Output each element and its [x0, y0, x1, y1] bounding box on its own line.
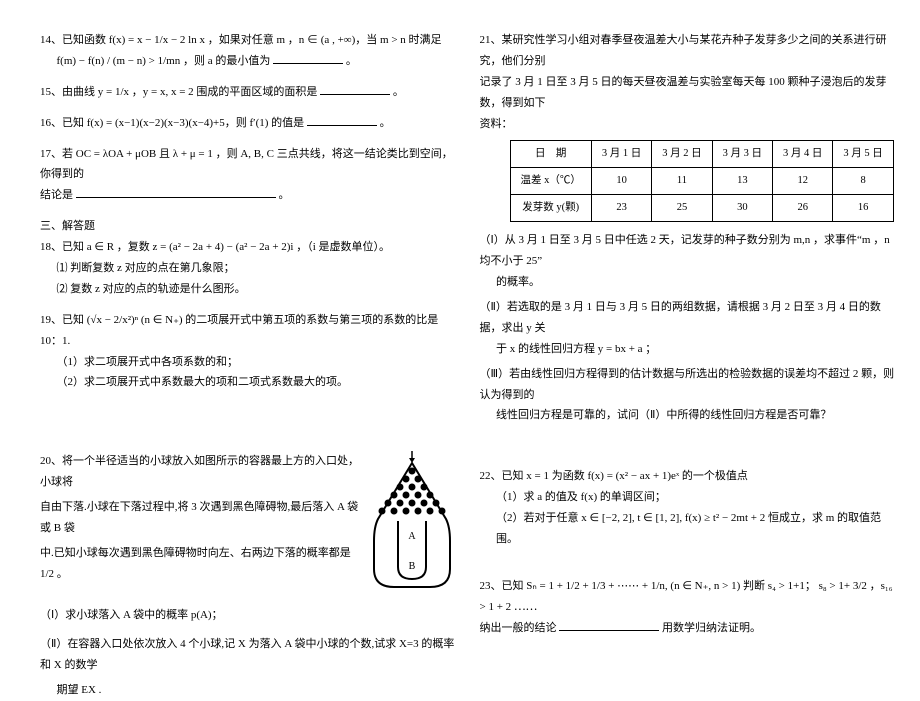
q22-s2: （2）若对于任意 x ∈ [−2, 2], t ∈ [1, 2], f(x) ≥…	[480, 508, 896, 550]
q19-line1: 19、已知 (√x − 2/x²)ⁿ (n ∈ N₊) 的二项展开式中第五项的系…	[40, 310, 456, 352]
q21-p2b: 于 x 的线性回归方程 y = bx + a ；	[480, 339, 896, 360]
th: 3 月 5 日	[833, 141, 893, 168]
q20-l2: 自由下落.小球在下落过程中,将 3 次遇到黑色障碍物,最后落入 A 袋或 B 袋	[40, 497, 362, 539]
q17-end: 。	[279, 189, 290, 201]
q17-line2: 结论是	[40, 189, 73, 201]
label-b: B	[408, 561, 415, 572]
q21-p2a: （Ⅱ）若选取的是 3 月 1 日与 3 月 5 日的两组数据，请根据 3 月 2…	[480, 297, 896, 339]
blank	[559, 620, 659, 631]
ball-dropper-figure: A B	[368, 451, 456, 599]
q19-s2: （2）求二项展开式中系数最大的项和二项式系数最大的项。	[40, 372, 456, 393]
q21-intro2: 记录了 3 月 1 日至 3 月 5 日的每天昼夜温差与实验室每天每 100 颗…	[480, 72, 896, 114]
q17-line1: 17、若 OC = λOA + μOB 且 λ + μ = 1 ，则 A, B,…	[40, 144, 456, 186]
q18-s2: ⑵ 复数 z 对应的点的轨迹是什么图形。	[40, 279, 456, 300]
cell: 23	[591, 195, 651, 222]
th: 3 月 3 日	[712, 141, 772, 168]
cell: 26	[773, 195, 833, 222]
question-14: 14、已知函数 f(x) = x − 1/x − 2 ln x ，如果对任意 m…	[40, 30, 456, 72]
data-table: 日 期 3 月 1 日 3 月 2 日 3 月 3 日 3 月 4 日 3 月 …	[510, 140, 894, 222]
cell: 30	[712, 195, 772, 222]
th: 3 月 1 日	[591, 141, 651, 168]
th: 日 期	[510, 141, 591, 168]
label-a: A	[408, 531, 416, 542]
q20-wrap: 20、将一个半径适当的小球放入如图所示的容器最上方的入口处，小球将 自由下落.小…	[40, 451, 456, 599]
q16-text: 16、已知 f(x) = (x−1)(x−2)(x−3)(x−4)+5，则 f′…	[40, 117, 304, 129]
cell: 13	[712, 168, 772, 195]
th: 3 月 2 日	[652, 141, 712, 168]
cell: 10	[591, 168, 651, 195]
q21-p1b: 的概率。	[480, 272, 896, 293]
q23-l2a: 纳出一般的结论	[480, 622, 557, 634]
question-22: 22、已知 x = 1 为函数 f(x) = (x² − ax + 1)eˣ 的…	[480, 466, 896, 550]
q20-l1: 20、将一个半径适当的小球放入如图所示的容器最上方的入口处，小球将	[40, 451, 362, 493]
question-17: 17、若 OC = λOA + μOB 且 λ + μ = 1 ，则 A, B,…	[40, 144, 456, 207]
blank	[76, 187, 276, 198]
q19-s1: （1）求二项展开式中各项系数的和；	[40, 352, 456, 373]
blank	[320, 84, 390, 95]
blank	[273, 53, 343, 64]
cell: 12	[773, 168, 833, 195]
question-18: 18、已知 a ∈ R ，复数 z = (a² − 2a + 4) − (a² …	[40, 237, 456, 300]
q16-end: 。	[380, 117, 391, 129]
left-column: 14、已知函数 f(x) = x − 1/x − 2 ln x ，如果对任意 m…	[40, 30, 474, 630]
blank	[307, 115, 377, 126]
question-21: 21、某研究性学习小组对春季昼夜温差大小与某花卉种子发芽多少之间的关系进行研究，…	[480, 30, 896, 426]
q23-l2b: 用数学归纳法证明。	[662, 622, 761, 634]
q17-line2-wrap: 结论是 。	[40, 185, 456, 206]
question-19: 19、已知 (√x − 2/x²)ⁿ (n ∈ N₊) 的二项展开式中第五项的系…	[40, 310, 456, 394]
cell: 发芽数 y(颗)	[510, 195, 591, 222]
q20-pB2: 期望 EX .	[40, 680, 456, 701]
table-row: 日 期 3 月 1 日 3 月 2 日 3 月 3 日 3 月 4 日 3 月 …	[510, 141, 893, 168]
question-16: 16、已知 f(x) = (x−1)(x−2)(x−3)(x−4)+5，则 f′…	[40, 113, 456, 134]
q14-line1: 14、已知函数 f(x) = x − 1/x − 2 ln x ，如果对任意 m…	[40, 30, 456, 51]
cell: 8	[833, 168, 893, 195]
q21-intro3: 资料：	[480, 114, 896, 135]
q23-l1: 23、已知 Sₙ = 1 + 1/2 + 1/3 + ⋯⋯ + 1/n, (n …	[480, 576, 896, 618]
cell: 25	[652, 195, 712, 222]
q14-end: 。	[346, 55, 357, 67]
q18-s1: ⑴ 判断复数 z 对应的点在第几象限；	[40, 258, 456, 279]
q23-l2-wrap: 纳出一般的结论 用数学归纳法证明。	[480, 618, 896, 639]
q15-text: 15、由曲线 y = 1/x ，y = x, x = 2 围成的平面区域的面积是	[40, 86, 317, 98]
question-23: 23、已知 Sₙ = 1 + 1/2 + 1/3 + ⋯⋯ + 1/n, (n …	[480, 576, 896, 639]
table-row: 发芽数 y(颗) 23 25 30 26 16	[510, 195, 893, 222]
q21-p1a: （Ⅰ）从 3 月 1 日至 3 月 5 日中任选 2 天，记发芽的种子数分别为 …	[480, 230, 896, 272]
cell: 11	[652, 168, 712, 195]
cell: 16	[833, 195, 893, 222]
q20-pA: （Ⅰ）求小球落入 A 袋中的概率 p(A)；	[40, 605, 456, 626]
q18-line1: 18、已知 a ∈ R ，复数 z = (a² − 2a + 4) − (a² …	[40, 237, 456, 258]
q20-text: 20、将一个半径适当的小球放入如图所示的容器最上方的入口处，小球将 自由下落.小…	[40, 451, 362, 584]
q20-l3: 中.已知小球每次遇到黑色障碍物时向左、右两边下落的概率都是 1/2 。	[40, 543, 362, 585]
q20-pB: （Ⅱ）在容器入口处依次放入 4 个小球,记 X 为落入 A 袋中小球的个数,试求…	[40, 634, 456, 676]
right-column: 21、某研究性学习小组对春季昼夜温差大小与某花卉种子发芽多少之间的关系进行研究，…	[474, 30, 896, 630]
question-15: 15、由曲线 y = 1/x ，y = x, x = 2 围成的平面区域的面积是…	[40, 82, 456, 103]
cell: 温差 x（℃）	[510, 168, 591, 195]
q21-intro1: 21、某研究性学习小组对春季昼夜温差大小与某花卉种子发芽多少之间的关系进行研究，…	[480, 30, 896, 72]
q22-l1: 22、已知 x = 1 为函数 f(x) = (x² − ax + 1)eˣ 的…	[480, 466, 896, 487]
question-20: 20、将一个半径适当的小球放入如图所示的容器最上方的入口处，小球将 自由下落.小…	[40, 451, 456, 700]
q21-p3a: （Ⅲ）若由线性回归方程得到的估计数据与所选出的检验数据的误差均不超过 2 颗，则…	[480, 364, 896, 406]
q22-s1: （1）求 a 的值及 f(x) 的单调区间；	[480, 487, 896, 508]
q14-line2: f(m) − f(n) / (m − n) > 1/mn ，则 a 的最小值为	[57, 55, 271, 67]
q14-line2-wrap: f(m) − f(n) / (m − n) > 1/mn ，则 a 的最小值为 …	[40, 51, 456, 72]
section-3-heading: 三、解答题	[40, 216, 456, 237]
table-row: 温差 x（℃） 10 11 13 12 8	[510, 168, 893, 195]
q21-p3b: 线性回归方程是可靠的，试问（Ⅱ）中所得的线性回归方程是否可靠？	[480, 405, 896, 426]
th: 3 月 4 日	[773, 141, 833, 168]
q15-end: 。	[393, 86, 404, 98]
